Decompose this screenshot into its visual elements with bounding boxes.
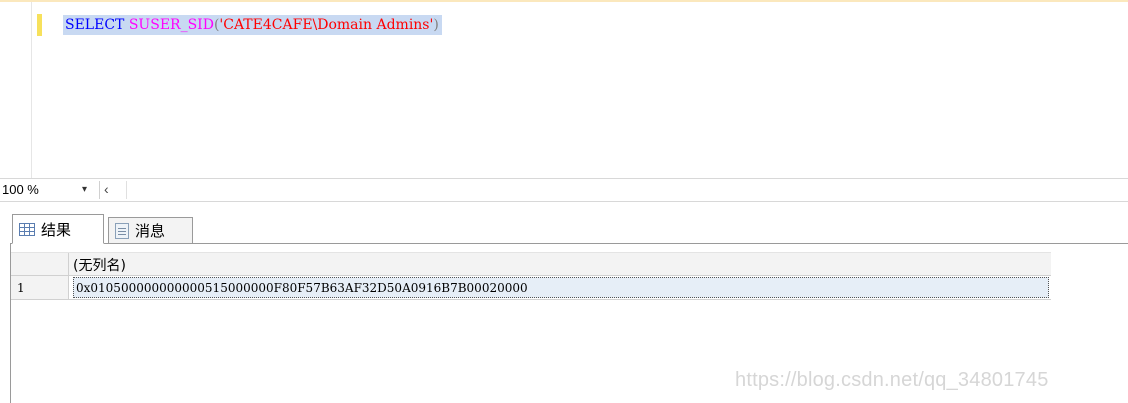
editor-gutter — [0, 2, 32, 178]
table-row: 1 0x010500000000000515000000F80F57B63AF3… — [11, 276, 1051, 300]
tab-results[interactable]: 结果 — [12, 214, 104, 244]
sql-keyword: SELECT — [65, 17, 125, 33]
query-editor[interactable]: SELECT SUSER_SID('CATE4CAFE\Domain Admin… — [0, 0, 1128, 178]
tab-messages[interactable]: 消息 — [108, 217, 193, 244]
watermark: https://blog.csdn.net/qq_34801745 — [735, 369, 1049, 391]
row-number-header[interactable] — [11, 253, 69, 277]
sql-function: SUSER_SID — [128, 17, 214, 33]
grid-icon — [19, 222, 35, 236]
divider — [99, 181, 100, 199]
row-number[interactable]: 1 — [11, 276, 69, 299]
change-marker — [37, 14, 42, 36]
close-paren: ) — [433, 17, 439, 33]
tab-messages-label: 消息 — [135, 222, 166, 240]
zoom-level[interactable]: 100 % — [2, 182, 39, 197]
horizontal-scrollbar[interactable] — [126, 181, 1126, 199]
message-icon — [115, 222, 129, 239]
column-header[interactable]: (无列名) — [73, 255, 126, 275]
query-line[interactable]: SELECT SUSER_SID('CATE4CAFE\Domain Admin… — [63, 15, 442, 35]
zoom-bar: 100 % ▾ ‹ — [0, 178, 1128, 202]
grid-header: (无列名) — [11, 252, 1051, 277]
tab-results-label: 结果 — [41, 220, 72, 239]
result-cell[interactable]: 0x010500000000000515000000F80F57B63AF32D… — [73, 277, 1049, 298]
sql-string: 'CATE4CAFE\Domain Admins' — [219, 17, 434, 33]
scroll-left-icon[interactable]: ‹ — [104, 181, 109, 197]
chevron-down-icon[interactable]: ▾ — [82, 184, 87, 195]
